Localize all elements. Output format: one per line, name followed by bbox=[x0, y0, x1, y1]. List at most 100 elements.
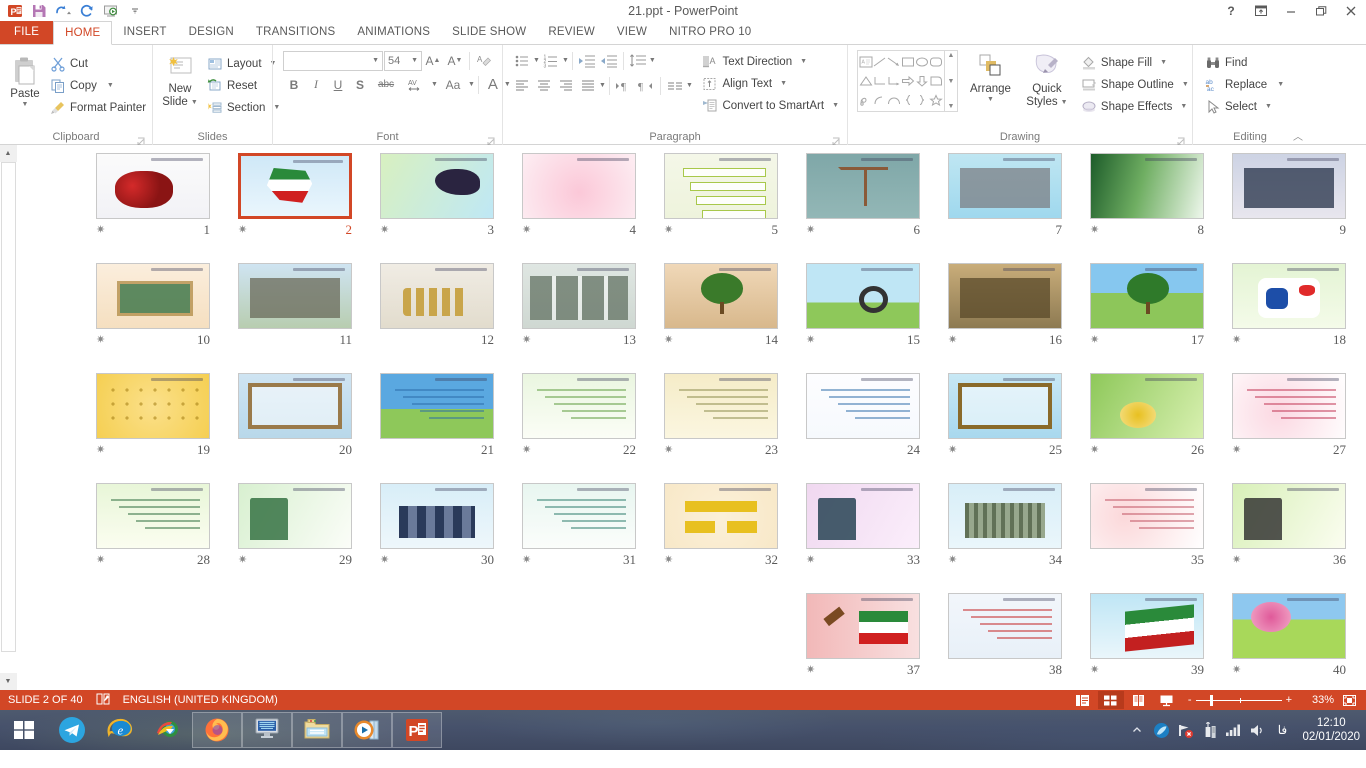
slide-thumbnail-26[interactable]: 26✷ bbox=[1076, 373, 1218, 483]
strikethrough-button[interactable]: abc bbox=[371, 74, 401, 95]
align-center-button[interactable] bbox=[533, 75, 555, 96]
slide-thumbnail-image[interactable] bbox=[1090, 483, 1204, 549]
slide-thumbnail-17[interactable]: 17✷ bbox=[1076, 263, 1218, 373]
slide-thumbnail-image[interactable] bbox=[96, 153, 210, 219]
increase-font-size-button[interactable]: A▲ bbox=[422, 50, 444, 71]
shape-outline-dropdown-arrow[interactable]: ▼ bbox=[1182, 81, 1189, 89]
reading-view-button[interactable] bbox=[1126, 691, 1152, 709]
underline-button[interactable]: U bbox=[327, 74, 349, 95]
decrease-font-size-button[interactable]: A▼ bbox=[444, 50, 466, 71]
slide-thumbnail-21[interactable]: 21✷ bbox=[366, 373, 508, 483]
tab-animations[interactable]: ANIMATIONS bbox=[346, 21, 441, 44]
slide-thumbnail-35[interactable]: 35✷ bbox=[1076, 483, 1218, 593]
find-button[interactable]: Find bbox=[1201, 52, 1288, 74]
paste-button[interactable]: Paste ▼ bbox=[4, 50, 46, 111]
copy-button[interactable]: Copy ▼ bbox=[46, 75, 150, 97]
slide-animation-star-icon[interactable]: ✷ bbox=[1232, 665, 1241, 676]
columns-button[interactable] bbox=[664, 75, 686, 96]
shape-flowchart-icon[interactable] bbox=[929, 71, 943, 90]
help-button[interactable]: ? bbox=[1216, 0, 1246, 22]
slide-thumbnail-image[interactable] bbox=[948, 373, 1062, 439]
slide-thumbnail-image[interactable] bbox=[948, 153, 1062, 219]
slide-show-button[interactable] bbox=[1154, 691, 1180, 709]
slide-animation-star-icon[interactable]: ✷ bbox=[664, 335, 673, 346]
slide-animation-star-icon[interactable]: ✷ bbox=[664, 555, 673, 566]
slide-thumbnail-image[interactable] bbox=[96, 373, 210, 439]
paste-dropdown-arrow[interactable]: ▼ bbox=[22, 101, 29, 109]
slide-thumbnail-image[interactable] bbox=[238, 263, 352, 329]
tab-nitro-pro[interactable]: NITRO PRO 10 bbox=[658, 21, 762, 44]
slide-animation-star-icon[interactable]: ✷ bbox=[96, 225, 105, 236]
numbering-button[interactable]: 123 bbox=[540, 50, 562, 71]
slide-thumbnail-28[interactable]: 28✷ bbox=[82, 483, 224, 593]
slide-thumbnail-3[interactable]: 3✷ bbox=[366, 153, 508, 263]
select-button[interactable]: Select ▼ bbox=[1201, 96, 1288, 118]
replace-button[interactable]: abac Replace ▼ bbox=[1201, 74, 1288, 96]
ribbon-display-options-button[interactable] bbox=[1246, 0, 1276, 22]
align-right-button[interactable] bbox=[555, 75, 577, 96]
scroll-down-button[interactable]: ▼ bbox=[0, 673, 17, 690]
shape-oval-icon[interactable] bbox=[915, 52, 929, 71]
select-dropdown-arrow[interactable]: ▼ bbox=[1265, 103, 1272, 111]
slide-thumbnail-image[interactable] bbox=[806, 263, 920, 329]
bullets-button[interactable] bbox=[511, 50, 533, 71]
tab-review[interactable]: REVIEW bbox=[537, 21, 606, 44]
slide-thumbnail-image[interactable] bbox=[238, 153, 352, 219]
decrease-indent-button[interactable] bbox=[576, 50, 598, 71]
scroll-up-button[interactable]: ▲ bbox=[0, 145, 17, 162]
align-left-button[interactable] bbox=[511, 75, 533, 96]
slide-thumbnail-image[interactable] bbox=[96, 483, 210, 549]
slide-thumbnail-8[interactable]: 8✷ bbox=[1076, 153, 1218, 263]
quick-styles-button[interactable]: Quick Styles ▼ bbox=[1023, 50, 1071, 111]
slide-thumbnail-image[interactable] bbox=[948, 483, 1062, 549]
slide-animation-star-icon[interactable]: ✷ bbox=[1090, 225, 1099, 236]
slide-thumbnail-33[interactable]: 33✷ bbox=[792, 483, 934, 593]
shape-scribble-icon[interactable] bbox=[859, 91, 873, 110]
slide-animation-star-icon[interactable]: ✷ bbox=[238, 555, 247, 566]
font-color-button[interactable]: A bbox=[482, 74, 504, 95]
shape-fill-button[interactable]: Shape Fill ▼ bbox=[1077, 52, 1193, 74]
slide-thumbnail-image[interactable] bbox=[806, 373, 920, 439]
slide-thumbnail-image[interactable] bbox=[238, 373, 352, 439]
tab-transitions[interactable]: TRANSITIONS bbox=[245, 21, 347, 44]
scrollbar-thumb[interactable] bbox=[1, 162, 16, 652]
copy-dropdown-arrow[interactable]: ▼ bbox=[107, 82, 114, 90]
slide-thumbnail-11[interactable]: 11✷ bbox=[224, 263, 366, 373]
slide-thumbnail-20[interactable]: 20✷ bbox=[224, 373, 366, 483]
telegram-icon[interactable] bbox=[48, 710, 96, 750]
start-from-beginning-icon[interactable] bbox=[100, 1, 122, 21]
tab-insert[interactable]: INSERT bbox=[112, 21, 177, 44]
slide-thumbnail-image[interactable] bbox=[380, 153, 494, 219]
slide-animation-star-icon[interactable]: ✷ bbox=[238, 225, 247, 236]
bold-button[interactable]: B bbox=[283, 74, 305, 95]
shapes-scroll-up-icon[interactable]: ▲ bbox=[948, 52, 955, 59]
show-hidden-icons-button[interactable] bbox=[1128, 721, 1146, 739]
shape-arrow-icon[interactable] bbox=[887, 52, 901, 71]
slide-animation-star-icon[interactable]: ✷ bbox=[806, 665, 815, 676]
tab-design[interactable]: DESIGN bbox=[178, 21, 245, 44]
slide-thumbnail-image[interactable] bbox=[238, 483, 352, 549]
slide-thumbnail-image[interactable] bbox=[806, 483, 920, 549]
collapse-ribbon-button[interactable]: ︿ bbox=[1293, 128, 1303, 143]
clock[interactable]: 12:10 02/01/2020 bbox=[1298, 716, 1360, 744]
windows-start-button[interactable] bbox=[0, 710, 48, 750]
slide-animation-star-icon[interactable]: ✷ bbox=[948, 335, 957, 346]
format-painter-button[interactable]: Format Painter bbox=[46, 97, 150, 119]
shape-elbow-arrow-icon[interactable] bbox=[887, 71, 901, 90]
redo-icon[interactable] bbox=[76, 1, 98, 21]
volume-icon[interactable] bbox=[1248, 721, 1266, 739]
font-dialog-launcher[interactable] bbox=[487, 135, 496, 144]
shape-elbow-connector-icon[interactable] bbox=[873, 71, 887, 90]
undo-icon[interactable] bbox=[52, 1, 74, 21]
arrange-button[interactable]: Arrange ▼ bbox=[964, 50, 1017, 106]
italic-button[interactable]: I bbox=[305, 74, 327, 95]
slide-thumbnail-image[interactable] bbox=[1090, 593, 1204, 659]
slide-thumbnail-32[interactable]: 32✷ bbox=[650, 483, 792, 593]
slide-thumbnail-22[interactable]: 22✷ bbox=[508, 373, 650, 483]
slide-thumbnail-image[interactable] bbox=[1232, 593, 1346, 659]
text-direction-dropdown-arrow[interactable]: ▼ bbox=[800, 58, 807, 66]
cut-button[interactable]: Cut bbox=[46, 53, 150, 75]
tab-view[interactable]: VIEW bbox=[606, 21, 658, 44]
signal-bars-icon[interactable] bbox=[1224, 721, 1242, 739]
slide-thumbnail-2[interactable]: 2✷ bbox=[224, 153, 366, 263]
